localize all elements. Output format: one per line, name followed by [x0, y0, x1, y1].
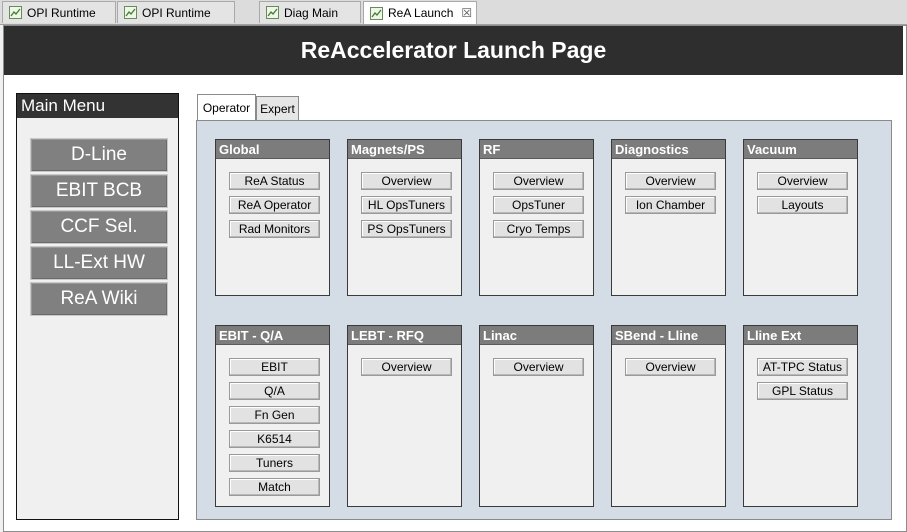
group-title: Linac [480, 326, 593, 345]
main-menu-title: Main Menu [17, 94, 178, 118]
page-title: ReAccelerator Launch Page [4, 26, 903, 75]
group-title: EBIT - Q/A [216, 326, 329, 345]
editor-tab-rea-launch[interactable]: ReA Launch ☒ [363, 1, 477, 24]
ion-chamber-button[interactable]: Ion Chamber [625, 196, 716, 214]
editor-tab-label: ReA Launch [388, 6, 454, 20]
group-title: Vacuum [744, 140, 857, 159]
menu-button-ebit-bcb[interactable]: EBIT BCB [30, 174, 168, 208]
diagnostics-overview-button[interactable]: Overview [625, 172, 716, 190]
ebit-button[interactable]: EBIT [229, 358, 320, 376]
tuners-button[interactable]: Tuners [229, 454, 320, 472]
group-title: Global [216, 140, 329, 159]
editor-tab-opi-runtime-1[interactable]: OPI Runtime [2, 1, 116, 23]
magnets-overview-button[interactable]: Overview [361, 172, 452, 190]
group-title: Magnets/PS [348, 140, 461, 159]
menu-button-rea-wiki[interactable]: ReA Wiki [30, 282, 168, 316]
tab-expert[interactable]: Expert [256, 96, 299, 120]
opstuner-button[interactable]: OpsTuner [493, 196, 584, 214]
editor-tab-strip: OPI Runtime OPI Runtime Diag Main ReA La… [0, 0, 907, 25]
group-magnets-ps: Magnets/PS Overview HL OpsTuners PS OpsT… [347, 139, 462, 296]
group-title: SBend - Lline [612, 326, 725, 345]
editor-tab-opi-runtime-2[interactable]: OPI Runtime [117, 1, 235, 23]
fn-gen-button[interactable]: Fn Gen [229, 406, 320, 424]
layouts-button[interactable]: Layouts [757, 196, 848, 214]
group-rf: RF Overview OpsTuner Cryo Temps [479, 139, 594, 296]
group-title: RF [480, 140, 593, 159]
rf-overview-button[interactable]: Overview [493, 172, 584, 190]
main-menu-panel: Main Menu D-Line EBIT BCB CCF Sel. LL-Ex… [16, 93, 179, 520]
ps-opstuners-button[interactable]: PS OpsTuners [361, 220, 452, 238]
opi-display-icon [9, 6, 22, 19]
group-ebit-qa: EBIT - Q/A EBIT Q/A Fn Gen K6514 Tuners … [215, 325, 330, 507]
hl-opstuners-button[interactable]: HL OpsTuners [361, 196, 452, 214]
group-lline-ext: Lline Ext AT-TPC Status GPL Status [743, 325, 858, 507]
linac-overview-button[interactable]: Overview [493, 358, 584, 376]
group-sbend-lline: SBend - Lline Overview [611, 325, 726, 507]
opi-display-icon [124, 6, 137, 19]
opi-display-icon [266, 6, 279, 19]
editor-tab-label: OPI Runtime [142, 5, 211, 20]
qa-button[interactable]: Q/A [229, 382, 320, 400]
group-vacuum: Vacuum Overview Layouts [743, 139, 858, 296]
editor-tab-diag-main[interactable]: Diag Main [259, 1, 361, 23]
rea-operator-button[interactable]: ReA Operator [229, 196, 320, 214]
lebt-overview-button[interactable]: Overview [361, 358, 452, 376]
opi-display-icon [370, 6, 383, 20]
group-global: Global ReA Status ReA Operator Rad Monit… [215, 139, 330, 296]
group-title: Diagnostics [612, 140, 725, 159]
group-diagnostics: Diagnostics Overview Ion Chamber [611, 139, 726, 296]
rea-status-button[interactable]: ReA Status [229, 172, 320, 190]
rad-monitors-button[interactable]: Rad Monitors [229, 220, 320, 238]
at-tpc-status-button[interactable]: AT-TPC Status [757, 358, 848, 376]
sbend-overview-button[interactable]: Overview [625, 358, 716, 376]
group-linac: Linac Overview [479, 325, 594, 507]
match-button[interactable]: Match [229, 478, 320, 496]
editor-tab-label: OPI Runtime [27, 5, 96, 20]
k6514-button[interactable]: K6514 [229, 430, 320, 448]
menu-button-ll-ext-hw[interactable]: LL-Ext HW [30, 246, 168, 280]
group-title: LEBT - RFQ [348, 326, 461, 345]
gpl-status-button[interactable]: GPL Status [757, 382, 848, 400]
vacuum-overview-button[interactable]: Overview [757, 172, 848, 190]
editor-tab-label: Diag Main [284, 5, 339, 20]
menu-button-ccf-sel[interactable]: CCF Sel. [30, 210, 168, 244]
cryo-temps-button[interactable]: Cryo Temps [493, 220, 584, 238]
group-title: Lline Ext [744, 326, 857, 345]
close-icon[interactable]: ☒ [461, 6, 472, 20]
menu-button-d-line[interactable]: D-Line [30, 138, 168, 172]
tab-operator[interactable]: Operator [197, 94, 256, 120]
group-lebt-rfq: LEBT - RFQ Overview [347, 325, 462, 507]
